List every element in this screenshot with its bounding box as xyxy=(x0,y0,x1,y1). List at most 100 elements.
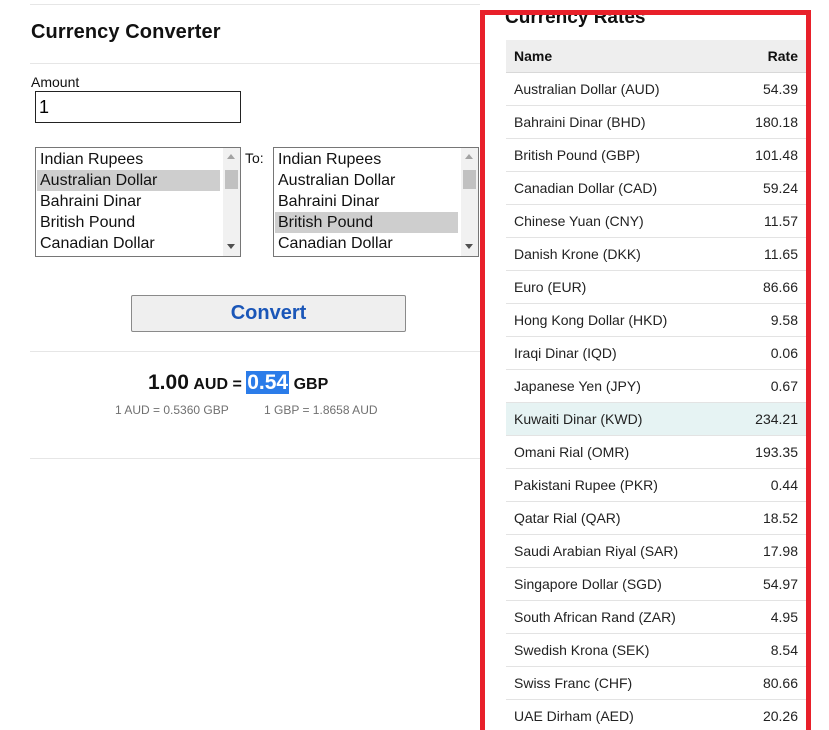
currency-name-cell: Swedish Krona (SEK) xyxy=(506,633,733,667)
divider xyxy=(30,351,480,352)
table-row[interactable]: Pakistani Rupee (PKR) 0.44 xyxy=(506,468,806,502)
scroll-down-arrow-icon[interactable] xyxy=(227,244,235,249)
rate-note-to: 1 GBP = 1.8658 AUD xyxy=(264,403,378,417)
column-header-name: Name xyxy=(506,40,733,73)
currency-rate-cell: 11.65 xyxy=(732,237,806,271)
divider xyxy=(30,63,480,64)
to-currency-select[interactable]: Indian Rupees Australian Dollar Bahraini D… xyxy=(273,147,479,257)
currency-name-cell: Bahraini Dinar (BHD) xyxy=(506,105,733,139)
conversion-result: 1.00 AUD = 0.54 GBP xyxy=(148,371,328,399)
table-row[interactable]: Singapore Dollar (SGD) 54.97 xyxy=(506,567,806,601)
table-row[interactable]: South African Rand (ZAR) 4.95 xyxy=(506,600,806,634)
scroll-down-arrow-icon[interactable] xyxy=(465,244,473,249)
currency-rate-cell: 101.48 xyxy=(732,138,806,172)
table-row[interactable]: Swiss Franc (CHF) 80.66 xyxy=(506,666,806,700)
select-option[interactable]: Bahraini Dinar xyxy=(275,191,458,212)
table-row[interactable]: Bahraini Dinar (BHD) 180.18 xyxy=(506,105,806,139)
select-option[interactable]: Australian Dollar xyxy=(275,170,458,191)
table-row[interactable]: Omani Rial (OMR) 193.35 xyxy=(506,435,806,469)
result-value[interactable]: 0.54 xyxy=(246,371,290,394)
currency-rate-cell: 0.67 xyxy=(732,369,806,403)
scroll-thumb[interactable] xyxy=(463,170,476,189)
currency-rate-cell: 20.26 xyxy=(732,699,806,730)
currency-name-cell: South African Rand (ZAR) xyxy=(506,600,733,634)
currency-rate-cell: 54.39 xyxy=(732,72,806,106)
table-row[interactable]: Chinese Yuan (CNY) 11.57 xyxy=(506,204,806,238)
scroll-up-arrow-icon[interactable] xyxy=(465,154,473,159)
currency-name-cell: British Pound (GBP) xyxy=(506,138,733,172)
result-amount: 1.00 xyxy=(148,371,189,394)
divider xyxy=(30,458,480,459)
to-currency-options: Indian Rupees Australian Dollar Bahraini D… xyxy=(275,149,458,254)
select-option[interactable]: Canadian Dollar xyxy=(37,233,220,254)
table-row[interactable]: British Pound (GBP) 101.48 xyxy=(506,138,806,172)
currency-rate-cell: 59.24 xyxy=(732,171,806,205)
rates-table: Name Rate Australian Dollar (AUD) 54.39 Ba… xyxy=(506,40,806,730)
currency-name-cell: Chinese Yuan (CNY) xyxy=(506,204,733,238)
select-option[interactable]: British Pound xyxy=(37,212,220,233)
currency-name-cell: UAE Dirham (AED) xyxy=(506,699,733,730)
currency-name-cell: Swiss Franc (CHF) xyxy=(506,666,733,700)
currency-rates-panel: Currency Rates Name Rate Australian Doll… xyxy=(480,10,811,730)
currency-name-cell: Saudi Arabian Riyal (SAR) xyxy=(506,534,733,568)
page-title: Currency Converter xyxy=(31,21,221,43)
table-row[interactable]: Euro (EUR) 86.66 xyxy=(506,270,806,304)
table-row[interactable]: Qatar Rial (QAR) 18.52 xyxy=(506,501,806,535)
table-row[interactable]: Hong Kong Dollar (HKD) 9.58 xyxy=(506,303,806,337)
rates-title: Currency Rates xyxy=(505,10,646,28)
scroll-thumb[interactable] xyxy=(225,170,238,189)
currency-rate-cell: 0.06 xyxy=(732,336,806,370)
currency-rate-cell: 180.18 xyxy=(732,105,806,139)
select-option[interactable]: Canadian Dollar xyxy=(275,233,458,254)
table-row[interactable]: Canadian Dollar (CAD) 59.24 xyxy=(506,171,806,205)
currency-rate-cell: 17.98 xyxy=(732,534,806,568)
currency-rate-cell: 8.54 xyxy=(732,633,806,667)
result-to-code: GBP xyxy=(293,376,329,393)
table-row[interactable]: Australian Dollar (AUD) 54.39 xyxy=(506,72,806,106)
select-option[interactable]: British Pound xyxy=(275,212,458,233)
currency-name-cell: Kuwaiti Dinar (KWD) xyxy=(506,402,733,436)
column-header-rate: Rate xyxy=(732,40,806,73)
from-select-scrollbar[interactable] xyxy=(223,148,240,256)
currency-name-cell: Euro (EUR) xyxy=(506,270,733,304)
currency-name-cell: Canadian Dollar (CAD) xyxy=(506,171,733,205)
currency-name-cell: Singapore Dollar (SGD) xyxy=(506,567,733,601)
table-row[interactable]: Kuwaiti Dinar (KWD) 234.21 xyxy=(506,402,806,436)
to-select-scrollbar[interactable] xyxy=(461,148,478,256)
currency-name-cell: Iraqi Dinar (IQD) xyxy=(506,336,733,370)
from-currency-options: Indian Rupees Australian Dollar Bahraini D… xyxy=(37,149,220,254)
table-row[interactable]: UAE Dirham (AED) 20.26 xyxy=(506,699,806,730)
scroll-up-arrow-icon[interactable] xyxy=(227,154,235,159)
currency-rate-cell: 234.21 xyxy=(732,402,806,436)
from-currency-select[interactable]: Indian Rupees Australian Dollar Bahraini D… xyxy=(35,147,241,257)
to-label: To: xyxy=(245,150,264,166)
rate-note-from: 1 AUD = 0.5360 GBP xyxy=(115,403,229,417)
table-row[interactable]: Saudi Arabian Riyal (SAR) 17.98 xyxy=(506,534,806,568)
currency-name-cell: Danish Krone (DKK) xyxy=(506,237,733,271)
amount-input[interactable] xyxy=(35,91,241,123)
currency-name-cell: Pakistani Rupee (PKR) xyxy=(506,468,733,502)
table-row[interactable]: Japanese Yen (JPY) 0.67 xyxy=(506,369,806,403)
currency-rate-cell: 18.52 xyxy=(732,501,806,535)
result-from-code: AUD = xyxy=(193,376,242,393)
currency-rate-cell: 54.97 xyxy=(732,567,806,601)
currency-rate-cell: 11.57 xyxy=(732,204,806,238)
currency-name-cell: Omani Rial (OMR) xyxy=(506,435,733,469)
select-option[interactable]: Bahraini Dinar xyxy=(37,191,220,212)
divider xyxy=(30,4,480,5)
currency-rate-cell: 9.58 xyxy=(732,303,806,337)
rates-table-body: Australian Dollar (AUD) 54.39 Bahraini Din… xyxy=(506,72,806,730)
select-option[interactable]: Indian Rupees xyxy=(275,149,458,170)
convert-button[interactable]: Convert xyxy=(131,295,406,332)
select-option[interactable]: Indian Rupees xyxy=(37,149,220,170)
table-header-row: Name Rate xyxy=(506,40,806,73)
currency-rate-cell: 193.35 xyxy=(732,435,806,469)
currency-name-cell: Australian Dollar (AUD) xyxy=(506,72,733,106)
currency-rate-cell: 4.95 xyxy=(732,600,806,634)
currency-name-cell: Qatar Rial (QAR) xyxy=(506,501,733,535)
table-row[interactable]: Danish Krone (DKK) 11.65 xyxy=(506,237,806,271)
select-option[interactable]: Australian Dollar xyxy=(37,170,220,191)
table-row[interactable]: Iraqi Dinar (IQD) 0.06 xyxy=(506,336,806,370)
table-row[interactable]: Swedish Krona (SEK) 8.54 xyxy=(506,633,806,667)
amount-label: Amount xyxy=(31,74,80,90)
